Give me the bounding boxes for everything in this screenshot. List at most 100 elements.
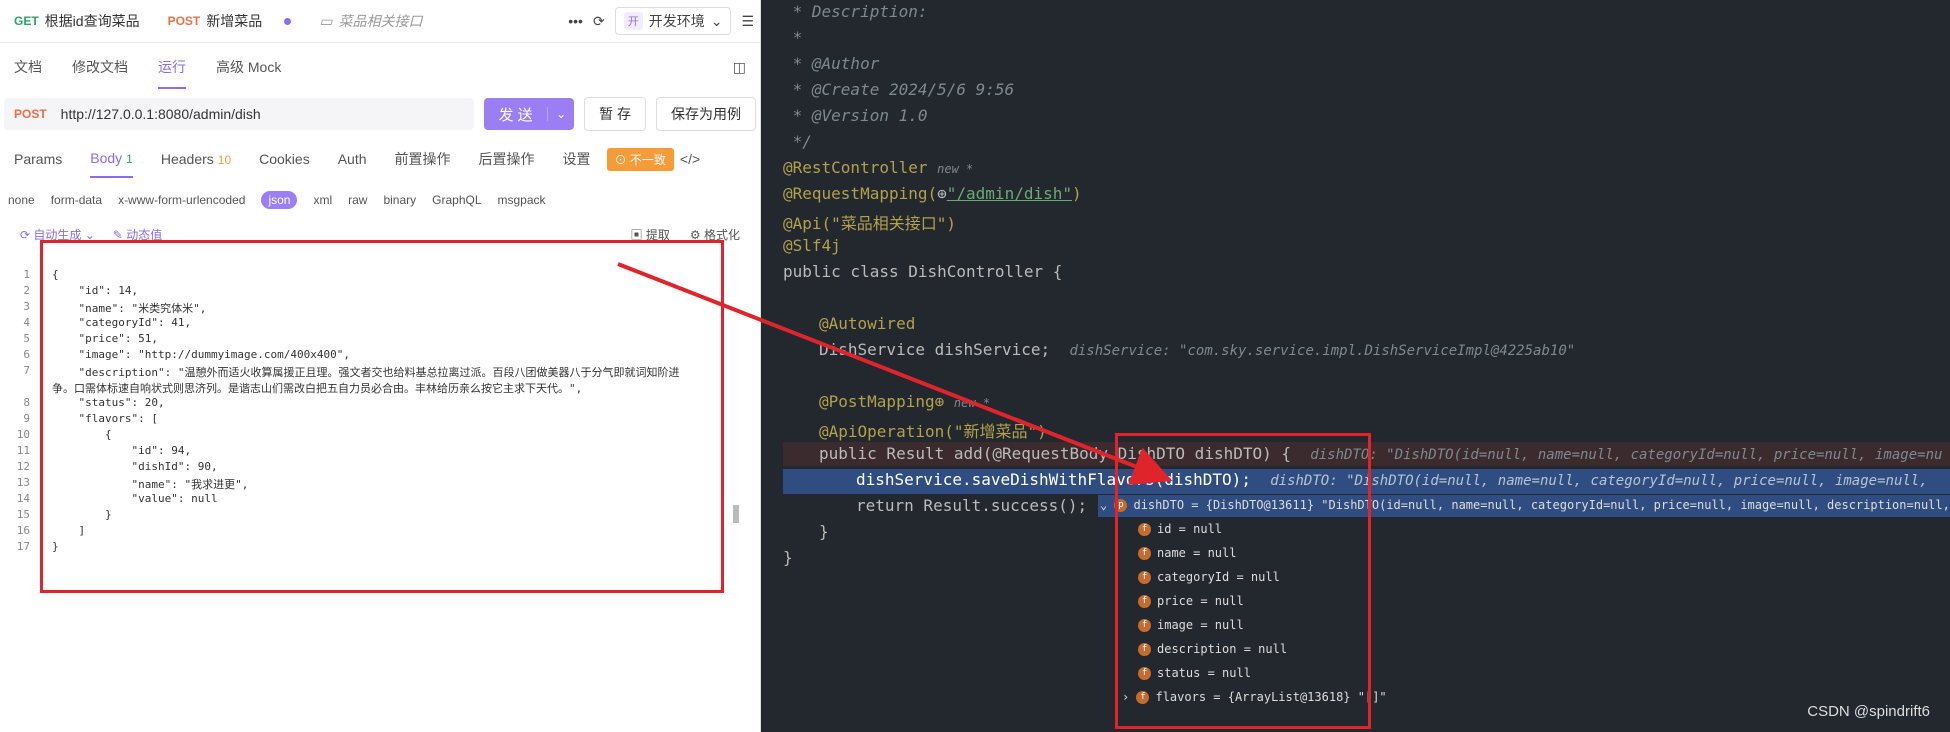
usage-hint: new * [953,396,990,410]
request-tabs: GET 根据id查询菜品 POST 新增菜品 ▭ 菜品相关接口 ••• ⟳ 开开发环境… [0,0,760,43]
tab-headers[interactable]: Headers 10 [161,151,231,167]
inconsistent-label: 不一致 [629,152,666,167]
reqmap-path[interactable]: "/admin/dish" [947,184,1072,203]
line-number: 16 [16,524,30,537]
comment-line: * [783,28,803,47]
save-button[interactable]: 暂 存 [584,97,646,131]
globe-icon: ⊕ [934,392,945,411]
return-statement: return Result.success(); [856,496,1088,515]
tab-folder[interactable]: ▭ 菜品相关接口 [305,0,436,42]
method-declaration: public Result add(@RequestBody DishDTO d… [819,444,1942,463]
tab-get-dish[interactable]: GET 根据id查询菜品 [0,0,154,42]
tab-settings[interactable]: 设置 [563,149,591,169]
tab-post[interactable]: 后置操作 [479,149,535,169]
url-text: http://127.0.0.1:8080/admin/dish [60,106,261,122]
class-declaration: public class DishController { [783,262,1063,281]
body-type-none[interactable]: none [8,193,35,207]
annotation-slf4j: @Slf4j [783,236,841,255]
comment-version: * @Version 1.0 [783,106,928,125]
body-count: 1 [126,152,133,166]
code-icon[interactable]: </> [680,151,700,167]
expand-icon[interactable]: ⌄ [1100,498,1107,512]
reqmap-a: @RequestMapping( [783,184,938,203]
line-number: 5 [23,332,30,345]
refresh-icon[interactable]: ⟳ [593,13,605,30]
annotation-restcontroller: @RestController new * [783,158,973,177]
send-button[interactable]: 发 送 ⌄ [484,98,575,130]
annotation-postmapping: @PostMapping⊕ new * [819,392,990,411]
method-close-brace: } [819,522,829,541]
field-text: DishService dishService; [819,340,1051,359]
body-type-json[interactable]: json [261,191,298,209]
field-declaration: DishService dishService; dishService: "c… [819,340,1575,359]
tab-pre[interactable]: 前置操作 [395,149,451,169]
tab-body[interactable]: Body 1 [90,150,133,178]
tab-cookies[interactable]: Cookies [259,151,310,167]
tab-params[interactable]: Params [14,151,62,167]
tab-post-dish[interactable]: POST 新增菜品 [153,0,306,42]
annotation-apioperation: @ApiOperation("新增菜品") [819,422,1047,441]
reqmap-b: ) [1072,184,1082,203]
env-selector[interactable]: 开开发环境 ⌄ [614,7,732,35]
tab-run[interactable]: 运行 [158,57,186,89]
tab-label: 新增菜品 [206,13,263,29]
unsaved-dot-icon [284,17,292,25]
body-type-graphql[interactable]: GraphQL [432,193,481,207]
line-number: 13 [16,476,30,489]
comment-description: * Description: [783,2,928,21]
url-input[interactable]: POST http://127.0.0.1:8080/admin/dish [4,98,475,130]
chevron-down-icon[interactable]: ⌄ [547,107,574,121]
layout-icon[interactable]: ◫ [733,59,746,76]
body-type-binary[interactable]: binary [383,193,416,207]
tab-mock[interactable]: 高级 Mock [216,57,281,77]
url-row: POST http://127.0.0.1:8080/admin/dish 发 送… [0,91,760,137]
scrollbar[interactable] [733,505,739,523]
usage-hint: new * [937,162,974,176]
tab-edit-doc[interactable]: 修改文档 [72,57,128,77]
inconsistent-badge[interactable]: ⊙ 不一致 [606,147,674,171]
doc-tabs: 文档 修改文档 运行 高级 Mock ◫ [0,43,760,91]
line-number: 3 [23,300,30,313]
comment-end: */ [783,132,812,151]
field-inline-value: dishService: "com.sky.service.impl.DishS… [1069,343,1576,359]
tab-headers-label: Headers [160,151,214,167]
menu-icon[interactable]: ☰ [741,13,754,30]
line-number: 10 [16,428,30,441]
line-number: 8 [23,396,30,409]
body-type-urlencoded[interactable]: x-www-form-urlencoded [118,193,245,207]
chevron-down-icon: ⌄ [710,12,723,29]
globe-icon: ⊕ [937,184,947,203]
postmap-text: @PostMapping [819,392,935,411]
body-type-xml[interactable]: xml [313,193,332,207]
line-number: 6 [23,348,30,361]
current-line: dishService.saveDishWithFlavors(dishDTO)… [856,470,1928,489]
body-type-form-data[interactable]: form-data [51,193,102,207]
tab-doc[interactable]: 文档 [14,57,42,77]
class-close-brace: } [783,548,793,567]
env-label: 开发环境 [648,13,705,29]
restcontroller-text: @RestController [783,158,928,177]
line-number: 11 [16,444,30,457]
body-type-raw[interactable]: raw [348,193,367,207]
method-post: POST [167,14,201,28]
more-icon[interactable]: ••• [568,13,583,29]
tab-body-label: Body [90,150,123,166]
tab-auth[interactable]: Auth [338,151,367,167]
tab-label: 菜品相关接口 [338,13,423,29]
line-number: 1 [23,268,30,281]
highlight-box-request-body [40,240,724,593]
body-type-selector: none form-data x-www-form-urlencoded jso… [0,181,760,219]
comment-author: * @Author [783,54,880,73]
body-type-msgpack[interactable]: msgpack [498,193,546,207]
comment-create: * @Create 2024/5/6 9:56 [783,80,1015,99]
save-case-button[interactable]: 保存为用例 [656,97,756,131]
line-number: 17 [16,540,30,553]
tab-label: 根据id查询菜品 [44,13,140,29]
method-inline-value: dishDTO: "DishDTO(id=null, name=null, ca… [1310,447,1943,463]
env-badge: 开 [623,12,643,30]
annotation-api: @Api("菜品相关接口") [783,214,957,233]
line-number: 2 [23,284,30,297]
line-number: 4 [23,316,30,329]
annotation-autowired: @Autowired [819,314,916,333]
folder-icon: ▭ [319,12,333,29]
